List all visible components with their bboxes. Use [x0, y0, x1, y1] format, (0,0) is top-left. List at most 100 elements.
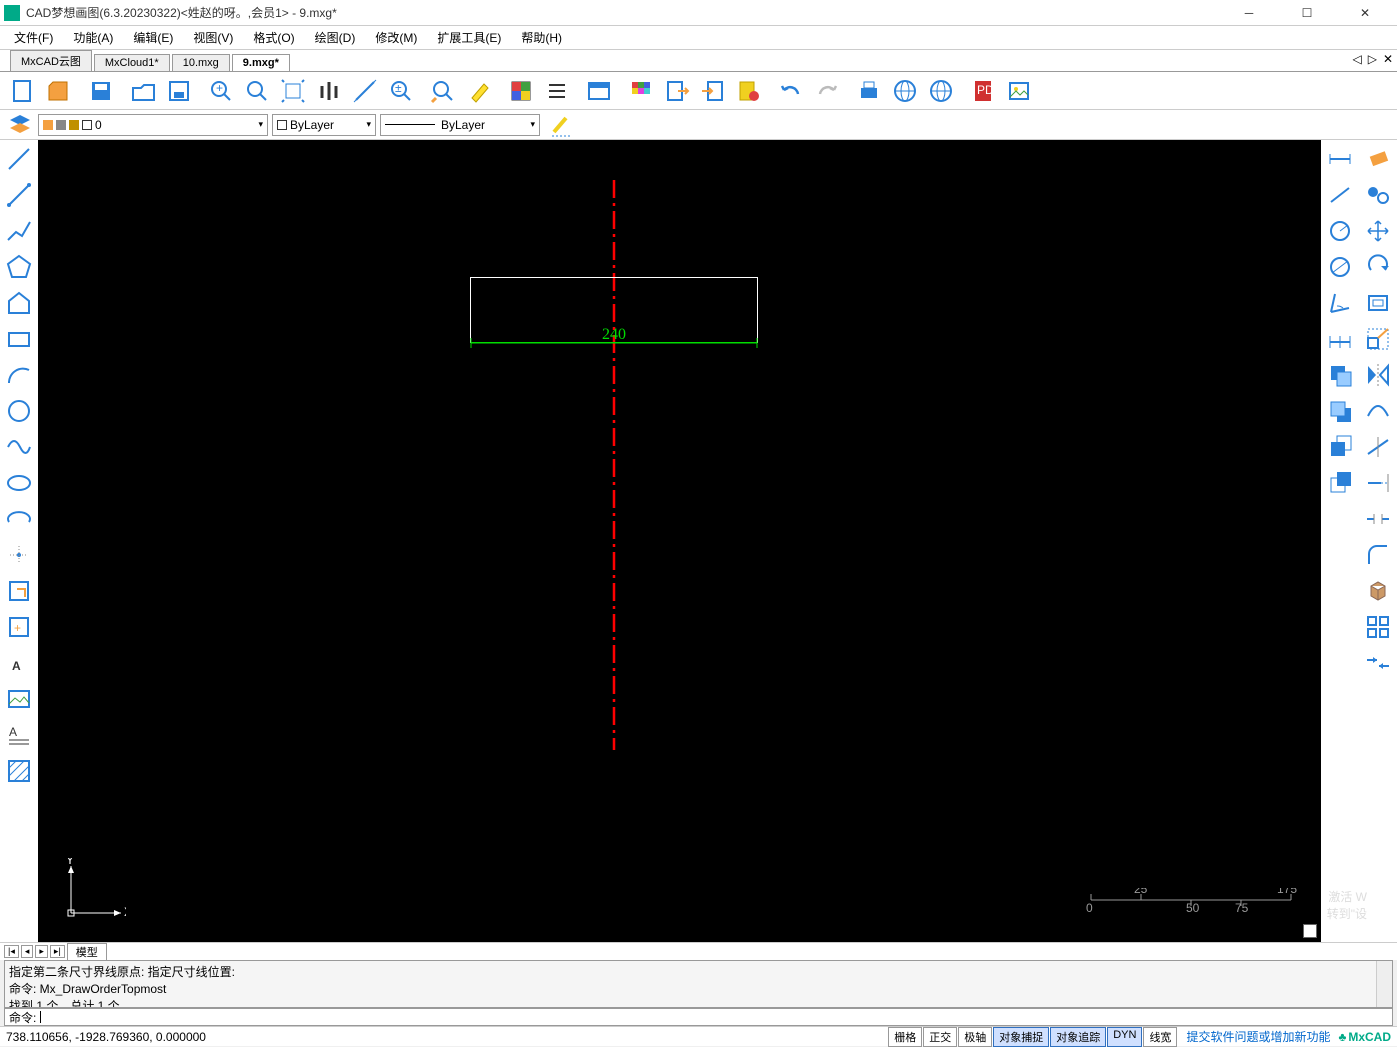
status-otrack[interactable]: 对象追踪 — [1050, 1027, 1106, 1047]
lineweight-icon[interactable] — [544, 108, 578, 142]
tab-close-icon[interactable]: ✕ — [1383, 52, 1393, 66]
list-icon[interactable] — [540, 74, 574, 108]
pan-icon[interactable] — [312, 74, 346, 108]
print-icon[interactable] — [852, 74, 886, 108]
line-icon[interactable] — [2, 142, 36, 176]
offset-icon[interactable] — [1361, 286, 1395, 320]
zoom-realtime-icon[interactable]: ± — [384, 74, 418, 108]
menu-file[interactable]: 文件(F) — [4, 27, 63, 48]
tab-next-icon[interactable]: ▷ — [1368, 52, 1377, 66]
layers-icon[interactable] — [6, 111, 34, 139]
highlight-icon[interactable] — [462, 74, 496, 108]
zoom-prev-icon[interactable] — [426, 74, 460, 108]
dim-aligned-icon[interactable] — [1323, 178, 1357, 212]
polyline-icon[interactable] — [2, 214, 36, 248]
array-icon[interactable] — [1361, 610, 1395, 644]
draworder-back-icon[interactable] — [1323, 394, 1357, 428]
redo-icon[interactable] — [810, 74, 844, 108]
layer-combo[interactable]: 0 ▾ — [38, 114, 268, 136]
status-grid[interactable]: 栅格 — [888, 1027, 922, 1047]
ray-icon[interactable] — [2, 178, 36, 212]
folder-icon[interactable] — [126, 74, 160, 108]
tab-next-icon[interactable]: ▸ — [35, 945, 48, 958]
ellipse-arc-icon[interactable] — [2, 502, 36, 536]
text-icon[interactable]: A — [2, 646, 36, 680]
doc-tab-active[interactable]: 9.mxg* — [232, 54, 290, 71]
doc-tab[interactable]: MxCAD云图 — [10, 50, 92, 71]
menu-format[interactable]: 格式(O) — [243, 27, 304, 48]
measure-icon[interactable] — [348, 74, 382, 108]
menu-ext[interactable]: 扩展工具(E) — [427, 27, 511, 48]
tab-prev-icon[interactable]: ◁ — [1352, 52, 1361, 66]
image-icon[interactable] — [1002, 74, 1036, 108]
drawing-canvas[interactable]: 240 X Y 0 — [38, 140, 1321, 942]
3d-icon[interactable] — [1361, 574, 1395, 608]
draworder-above-icon[interactable] — [1323, 430, 1357, 464]
save-icon[interactable] — [84, 74, 118, 108]
circle-icon[interactable] — [2, 394, 36, 428]
explode-icon[interactable] — [1361, 646, 1395, 680]
menu-draw[interactable]: 绘图(D) — [305, 27, 366, 48]
layout-icon[interactable] — [582, 74, 616, 108]
model-tab[interactable]: 模型 — [67, 943, 107, 961]
doc-tab[interactable]: MxCloud1* — [94, 54, 170, 71]
copy-icon[interactable] — [1361, 178, 1395, 212]
new-file-icon[interactable] — [6, 74, 40, 108]
status-ortho[interactable]: 正交 — [923, 1027, 957, 1047]
settings-icon[interactable] — [732, 74, 766, 108]
color-combo[interactable]: ByLayer ▾ — [272, 114, 376, 136]
open-file-icon[interactable] — [42, 74, 76, 108]
dim-radius-icon[interactable] — [1323, 214, 1357, 248]
draworder-front-icon[interactable] — [1323, 358, 1357, 392]
properties-icon[interactable] — [504, 74, 538, 108]
menu-modify[interactable]: 修改(M) — [365, 27, 427, 48]
color-grid-icon[interactable] — [624, 74, 658, 108]
menu-view[interactable]: 视图(V) — [183, 27, 243, 48]
dim-angular-icon[interactable] — [1323, 286, 1357, 320]
tab-first-icon[interactable]: |◂ — [4, 945, 19, 958]
break-icon[interactable] — [1361, 502, 1395, 536]
draworder-below-icon[interactable] — [1323, 466, 1357, 500]
shape-icon[interactable] — [2, 286, 36, 320]
polygon-icon[interactable] — [2, 250, 36, 284]
spline-icon[interactable] — [2, 430, 36, 464]
export-icon[interactable] — [660, 74, 694, 108]
menu-function[interactable]: 功能(A) — [63, 27, 123, 48]
arc-icon[interactable] — [2, 358, 36, 392]
erase-icon[interactable] — [1361, 142, 1395, 176]
scrollbar[interactable] — [1376, 961, 1392, 1007]
fillet-icon[interactable] — [1361, 538, 1395, 572]
rectangle-icon[interactable] — [2, 322, 36, 356]
status-polar[interactable]: 极轴 — [958, 1027, 992, 1047]
resize-handle[interactable] — [1303, 924, 1317, 938]
save-disk-icon[interactable] — [162, 74, 196, 108]
stretch-icon[interactable] — [1361, 394, 1395, 428]
doc-tab[interactable]: 10.mxg — [172, 54, 230, 71]
web-icon[interactable] — [888, 74, 922, 108]
feedback-link[interactable]: 提交软件问题或增加新功能 — [1186, 1028, 1330, 1045]
tab-prev-icon[interactable]: ◂ — [21, 945, 34, 958]
menu-edit[interactable]: 编辑(E) — [123, 27, 183, 48]
dim-linear-icon[interactable] — [1323, 142, 1357, 176]
zoom-window-icon[interactable] — [240, 74, 274, 108]
status-osnap[interactable]: 对象捕捉 — [993, 1027, 1049, 1047]
zoom-extents-icon[interactable] — [276, 74, 310, 108]
status-dyn[interactable]: DYN — [1107, 1027, 1142, 1047]
linetype-combo[interactable]: ByLayer ▾ — [380, 114, 540, 136]
pdf-icon[interactable]: PDF — [966, 74, 1000, 108]
trim-icon[interactable] — [1361, 430, 1395, 464]
status-lwt[interactable]: 线宽 — [1143, 1027, 1177, 1047]
menu-help[interactable]: 帮助(H) — [511, 27, 572, 48]
move-icon[interactable] — [1361, 214, 1395, 248]
close-button[interactable]: ✕ — [1345, 0, 1385, 26]
image-insert-icon[interactable] — [2, 682, 36, 716]
scale-icon[interactable] — [1361, 322, 1395, 356]
insert-icon[interactable]: + — [2, 610, 36, 644]
dim-ordinate-icon[interactable] — [1323, 322, 1357, 356]
block-icon[interactable] — [2, 574, 36, 608]
zoom-in-icon[interactable]: + — [204, 74, 238, 108]
import-icon[interactable] — [696, 74, 730, 108]
point-icon[interactable] — [2, 538, 36, 572]
mirror-icon[interactable] — [1361, 358, 1395, 392]
rotate-icon[interactable] — [1361, 250, 1395, 284]
